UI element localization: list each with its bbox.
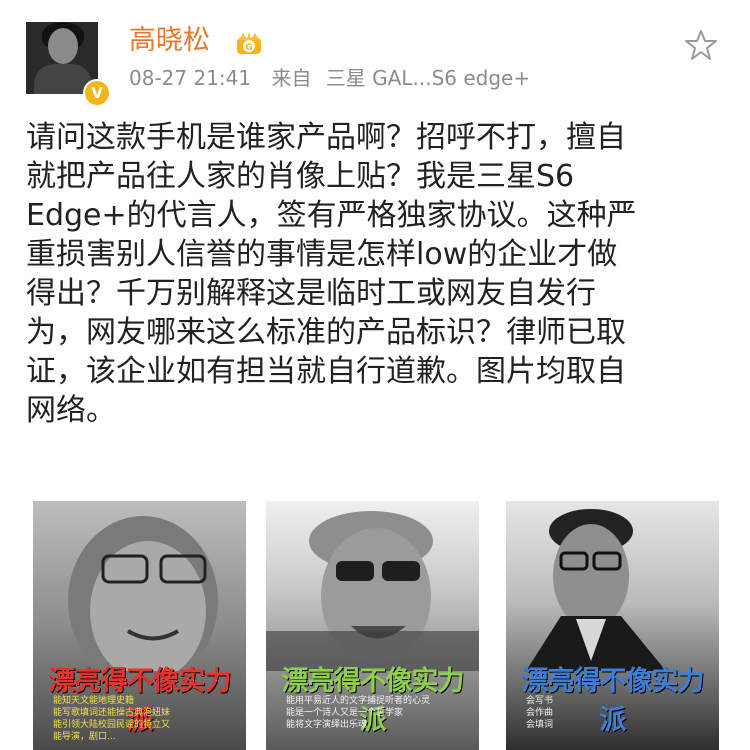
content-line: 为，网友哪来这么标准的产品标识？律师已取 xyxy=(26,315,626,350)
crown-icon: G xyxy=(237,32,261,54)
portrait-1 xyxy=(68,516,218,671)
username[interactable]: 高晓松 xyxy=(129,24,210,58)
caption-line: 会写书 xyxy=(526,696,554,706)
star-icon[interactable] xyxy=(684,28,718,62)
svg-text:G: G xyxy=(245,43,252,53)
caption-line: 能用平易近人的文字捕捉听者的心灵 xyxy=(286,696,431,706)
portrait-3 xyxy=(526,509,666,671)
caption-line: 能写歌填词还能操古典泡妞妹 xyxy=(53,708,171,718)
post-image-1[interactable]: 漂亮得不像实力派 能知天文能地理史籍 能写歌填词还能操古典泡妞妹 能引领大陆校园… xyxy=(33,501,246,750)
post-content: 请问这款手机是谁家产品啊？招呼不打，擅自 就把产品往人家的肖像上贴？我是三星S6… xyxy=(26,118,726,430)
content-line: 重损害别人信誉的事情是怎样low的企业才做 xyxy=(26,237,618,272)
caption-line: 能导演，剧口... xyxy=(53,732,116,742)
caption-line: 能引领大陆校园民谣的特立又 xyxy=(53,720,171,730)
verified-badge-icon: V xyxy=(83,79,111,107)
image-grid: 漂亮得不像实力派 能知天文能地理史籍 能写歌填词还能操古典泡妞妹 能引领大陆校园… xyxy=(33,501,723,750)
content-line: 就把产品往人家的肖像上贴？我是三星S6 xyxy=(26,159,575,194)
post-image-3[interactable]: 漂亮得不像实力派 会写书 会作曲 会填词 xyxy=(506,501,719,750)
avatar-face xyxy=(48,28,78,64)
caption-line: 会填词 xyxy=(526,720,554,730)
post-meta: 08-27 21:41 来自 三星 GAL...S6 edge+ xyxy=(129,64,530,92)
poster-caption: 能用平易近人的文字捕捉听者的心灵 能是一个诗人又是一个哲学家 能将文字演绎出乐魂 xyxy=(286,695,476,731)
source-prefix: 来自 xyxy=(271,66,312,90)
poster-caption: 会写书 会作曲 会填词 xyxy=(526,695,716,731)
portrait-2 xyxy=(266,511,479,671)
poster-caption: 能知天文能地理史籍 能写歌填词还能操古典泡妞妹 能引领大陆校园民谣的特立又 能导… xyxy=(53,695,243,743)
content-line: 请问这款手机是谁家产品啊？招呼不打，擅自 xyxy=(26,120,626,155)
caption-line: 会作曲 xyxy=(526,708,554,718)
content-line: 得出？千万别解释这是临时工或网友自发行 xyxy=(26,276,596,311)
caption-line: 能将文字演绎出乐魂 xyxy=(286,720,368,730)
content-line: Edge+的代言人，签有严格独家协议。这种严 xyxy=(26,198,637,233)
post-image-2[interactable]: 漂亮得不像实力派 能用平易近人的文字捕捉听者的心灵 能是一个诗人又是一个哲学家 … xyxy=(266,501,479,750)
caption-line: 能是一个诗人又是一个哲学家 xyxy=(286,708,404,718)
content-line: 证，该企业如有担当就自行道歉。图片均取自 xyxy=(26,354,626,389)
source-device[interactable]: 三星 GAL...S6 edge+ xyxy=(326,66,530,90)
caption-line: 能知天文能地理史籍 xyxy=(53,696,135,706)
content-line: 网络。 xyxy=(26,393,116,428)
post-time: 08-27 21:41 xyxy=(129,66,252,90)
